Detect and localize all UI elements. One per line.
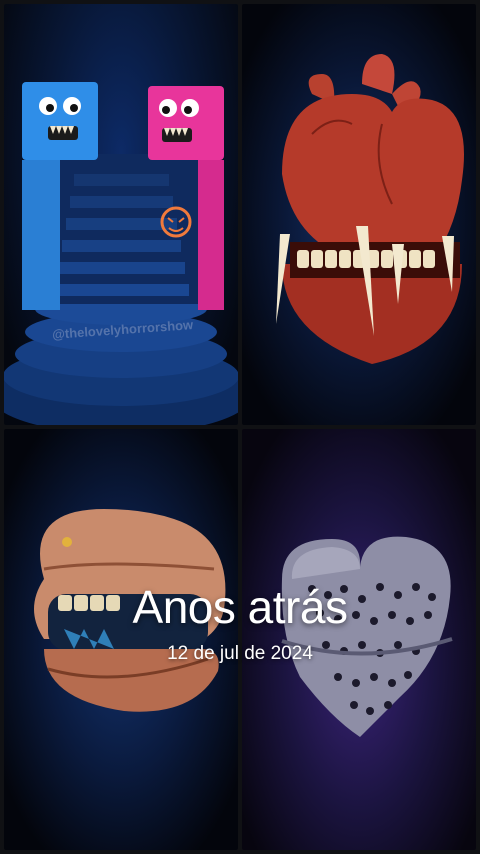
- memory-title: Anos atrás: [132, 581, 348, 633]
- memory-date: 12 de jul de 2024: [167, 643, 313, 664]
- memory-collage[interactable]: @thelovelyhorrorshow Anos atrás 12 de ju…: [0, 0, 480, 854]
- monster-stage-illustration: [4, 82, 238, 425]
- image-perforated-heart: [242, 429, 476, 850]
- heart-teeth-illustration: [276, 54, 464, 364]
- perforated-heart-illustration: [281, 536, 453, 737]
- image-lips-mouth: [4, 429, 238, 850]
- image-monster-towers: @thelovelyhorrorshow: [4, 4, 238, 425]
- image-heart-with-teeth: [242, 4, 476, 425]
- lips-illustration: [34, 509, 226, 712]
